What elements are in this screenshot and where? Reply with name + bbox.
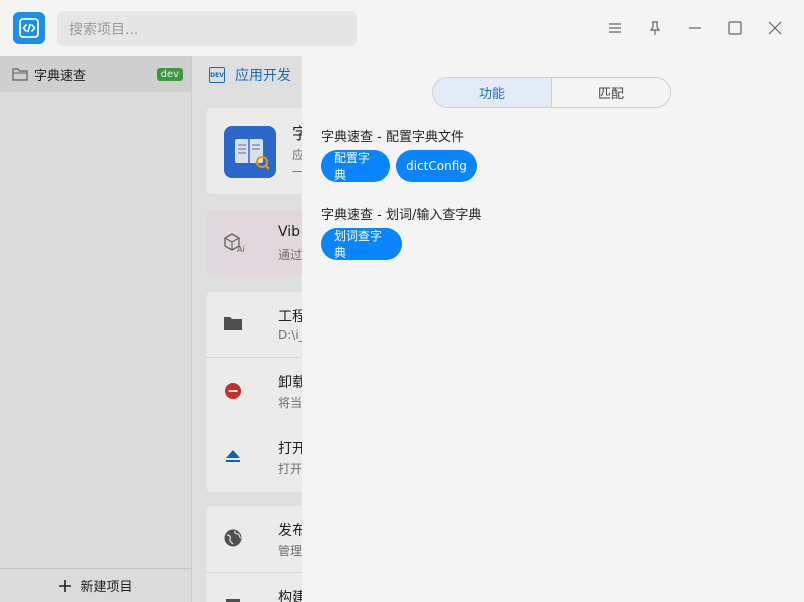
title-bar: 搜索项目... bbox=[0, 0, 804, 56]
features-drawer: 功能 匹配 字典速查 - 配置字典文件 配置字典 dictConfig 字典速查… bbox=[302, 56, 804, 602]
config-dict-button[interactable]: 配置字典 bbox=[321, 150, 390, 182]
pin-icon[interactable] bbox=[641, 14, 669, 42]
minimize-icon[interactable] bbox=[681, 14, 709, 42]
lookup-dict-button[interactable]: 划词查字典 bbox=[321, 228, 402, 260]
tab-match[interactable]: 匹配 bbox=[552, 78, 670, 107]
dict-config-button[interactable]: dictConfig bbox=[396, 150, 477, 182]
section-title: 字典速查 - 配置字典文件 bbox=[321, 130, 464, 145]
section-title: 字典速查 - 划词/输入查字典 bbox=[321, 208, 482, 223]
tab-features[interactable]: 功能 bbox=[433, 78, 552, 107]
backdrop-overlay[interactable] bbox=[0, 56, 302, 602]
feature-tabs: 功能 匹配 bbox=[432, 77, 671, 108]
close-icon[interactable] bbox=[761, 14, 789, 42]
search-input[interactable]: 搜索项目... bbox=[57, 11, 357, 46]
app-logo-icon[interactable] bbox=[13, 12, 45, 44]
menu-icon[interactable] bbox=[601, 14, 629, 42]
maximize-icon[interactable] bbox=[721, 14, 749, 42]
